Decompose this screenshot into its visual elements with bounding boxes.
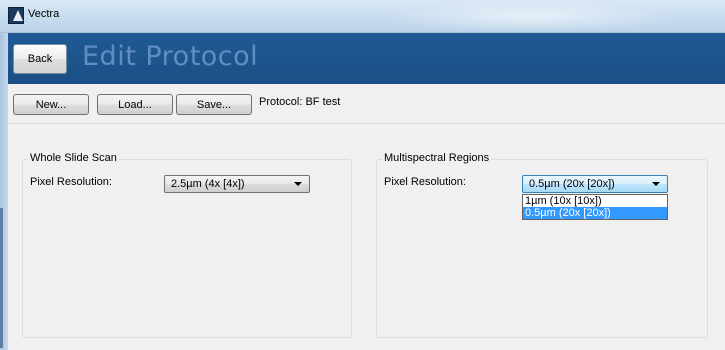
multispectral-regions-group-label: Multispectral Regions	[382, 152, 492, 164]
left-edge-marker	[0, 208, 3, 348]
save-button[interactable]: Save...	[176, 94, 252, 115]
whole-slide-pixel-resolution-select[interactable]: 2.5µm (4x [4x])	[164, 175, 310, 193]
new-button[interactable]: New...	[13, 94, 89, 115]
header-band: Back Edit Protocol	[8, 33, 725, 84]
multispectral-pixel-resolution-value: 0.5µm (20x [20x])	[529, 178, 615, 190]
chevron-down-icon	[652, 182, 660, 186]
protocol-name-label: Protocol: BF test	[259, 96, 341, 108]
multispectral-pixel-resolution-select[interactable]: 0.5µm (20x [20x])	[522, 175, 668, 193]
multispectral-resolution-dropdown-list[interactable]: 1µm (10x [10x]) 0.5µm (20x [20x])	[522, 194, 668, 220]
chevron-down-icon	[294, 182, 302, 186]
page-title: Edit Protocol	[82, 41, 259, 72]
dropdown-option-selected[interactable]: 0.5µm (20x [20x])	[523, 207, 667, 219]
vectra-app-icon[interactable]	[8, 7, 24, 24]
dropdown-option[interactable]: 1µm (10x [10x])	[523, 195, 667, 207]
load-button[interactable]: Load...	[97, 94, 173, 115]
whole-slide-scan-group: Whole Slide Scan Pixel Resolution: 2.5µm…	[22, 152, 352, 338]
titlebar-glow	[380, 0, 680, 33]
whole-slide-pixel-resolution-value: 2.5µm (4x [4x])	[171, 178, 245, 190]
window-title: Vectra	[28, 8, 60, 20]
window-left-border	[0, 33, 8, 350]
multispectral-pixel-resolution-label: Pixel Resolution:	[384, 176, 466, 188]
whole-slide-pixel-resolution-label: Pixel Resolution:	[30, 176, 112, 188]
back-button[interactable]: Back	[13, 44, 67, 74]
window-titlebar[interactable]: Vectra	[0, 0, 725, 33]
toolbar-divider	[8, 123, 725, 124]
whole-slide-scan-group-label: Whole Slide Scan	[28, 152, 119, 164]
multispectral-regions-group: Multispectral Regions Pixel Resolution: …	[376, 152, 708, 338]
main-content: Back Edit Protocol New... Load... Save..…	[8, 33, 725, 350]
